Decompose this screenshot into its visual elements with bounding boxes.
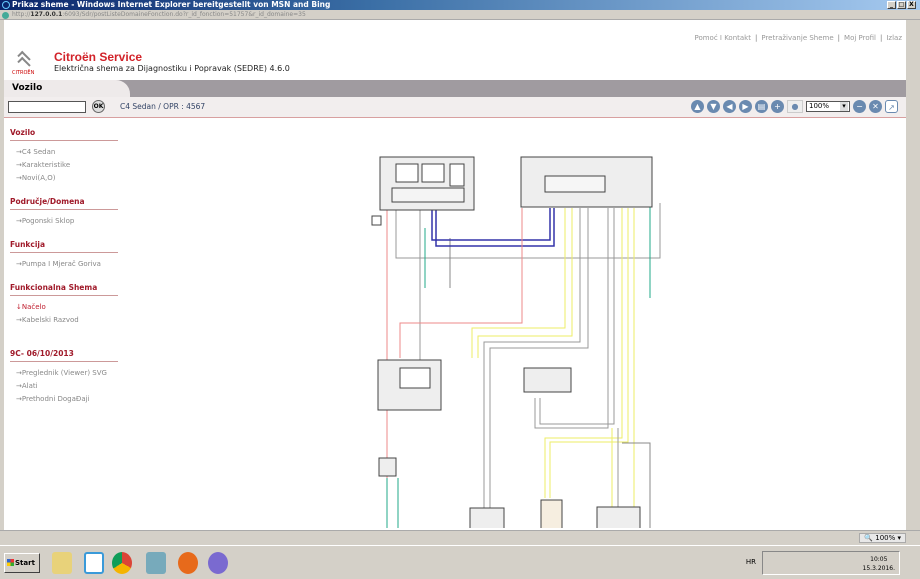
sidebar-link[interactable]: →Preglednik (Viewer) SVG [10, 367, 118, 380]
page-icon [2, 12, 9, 19]
clock[interactable]: 10:05 15.3.2016. [863, 555, 895, 573]
ok-button[interactable]: OK [92, 100, 105, 113]
address-bar[interactable]: http://127.0.0.1:6093/Sdr/postListeDomai… [0, 10, 920, 20]
up-icon[interactable]: ▲ [691, 100, 704, 113]
wire-gray [489, 208, 589, 508]
sidebar-link[interactable]: →Pogonski Sklop [10, 215, 118, 228]
breadcrumb: C4 Sedan / OPR : 4567 [120, 102, 206, 111]
explorer-icon[interactable] [52, 552, 72, 574]
system-tray: 10:05 15.3.2016. [762, 551, 900, 575]
app-subtitle: Električna shema za Dijagnostiku i Popra… [54, 64, 290, 73]
window-title-bar: Prikaz sheme - Windows Internet Explorer… [0, 0, 920, 10]
left-icon[interactable]: ◀ [723, 100, 736, 113]
internet-explorer-icon[interactable] [84, 552, 104, 574]
top-links: Pomoć I Kontakt | Pretraživanje Sheme | Moj … [694, 34, 902, 42]
wire-yellow [477, 208, 573, 358]
status-zoom[interactable]: 🔍 100% ▾ [859, 533, 906, 543]
sidebar-link[interactable]: →Karakteristike [10, 159, 118, 172]
sidebar-link[interactable]: →Kabelski Razvod [10, 314, 118, 327]
sidebar: Vozilo →C4 Sedan →Karakteristike →Novi(A,O)… [10, 128, 118, 406]
down-icon[interactable]: ▼ [707, 100, 720, 113]
status-bar: 🔍 100% ▾ [0, 530, 920, 544]
sidebar-link[interactable]: →C4 Sedan [10, 146, 118, 159]
url-path: :6093/Sdr/postListeDomaineFonction.do?r_… [62, 11, 306, 18]
tab-vozilo[interactable]: Vozilo [4, 80, 130, 97]
wire-yellow [544, 208, 623, 498]
sidebar-link[interactable]: ↓Načelo [10, 301, 118, 314]
help-link[interactable]: Pomoć I Kontakt [694, 34, 751, 42]
sidebar-section-title: Vozilo [10, 128, 118, 141]
sidebar-section-title: 9C- 06/10/2013 [10, 349, 118, 362]
maximize-button[interactable]: □ [897, 1, 906, 9]
zoom-in-icon[interactable]: + [771, 100, 784, 113]
zoom-select[interactable]: 100% [806, 101, 850, 112]
chrome-icon[interactable] [112, 552, 132, 574]
magnifier-icon[interactable]: ● [787, 100, 803, 113]
zoom-out-icon[interactable]: − [853, 100, 866, 113]
page: Pomoć I Kontakt | Pretraživanje Sheme | Moj … [4, 20, 906, 530]
citroen-logo: CITROËN [12, 50, 38, 82]
search-input[interactable] [8, 101, 86, 113]
bittorrent-icon[interactable] [208, 552, 228, 574]
search-schemes-link[interactable]: Pretraživanje Sheme [761, 34, 833, 42]
sidebar-link[interactable]: →Alati [10, 380, 118, 393]
toolbar: OK C4 Sedan / OPR : 4567 ▲ ▼ ◀ ▶ ▤ + ● 1… [4, 97, 906, 118]
sidebar-link[interactable]: →Novi(A,O) [10, 172, 118, 185]
print-icon[interactable]: ▤ [755, 100, 768, 113]
close-button[interactable]: X [907, 1, 916, 9]
wire-yellow [549, 208, 629, 498]
taskbar: Start HR 10:05 15.3.2016. [0, 545, 920, 579]
sidebar-link[interactable]: →Pumpa I Mjerač Goriva [10, 258, 118, 271]
minimize-button[interactable]: _ [887, 1, 896, 9]
url-host: 127.0.0.1 [30, 11, 63, 18]
wire-blue [431, 208, 551, 241]
logout-link[interactable]: Izlaz [886, 34, 902, 42]
wire-gray [483, 208, 581, 508]
image-viewer-icon[interactable] [146, 552, 166, 574]
reset-icon[interactable]: ✕ [869, 100, 882, 113]
sidebar-section-title: Funkcionalna Shema [10, 283, 118, 296]
start-button[interactable]: Start [4, 553, 40, 573]
tab-bar: Vozilo [4, 80, 906, 97]
component-connector [378, 457, 397, 477]
firefox-icon[interactable] [178, 552, 198, 574]
component-fuel-gauge [469, 507, 505, 528]
component-pump [596, 506, 641, 528]
right-icon[interactable]: ▶ [739, 100, 752, 113]
component-sender [540, 499, 563, 528]
export-icon[interactable]: ↗ [885, 100, 898, 113]
my-profile-link[interactable]: Moj Profil [844, 34, 876, 42]
sidebar-link[interactable]: →Prethodni DogaĐaji [10, 393, 118, 406]
component-relay [523, 367, 572, 393]
sidebar-section-title: Funkcija [10, 240, 118, 253]
sidebar-section-title: Područje/Domena [10, 197, 118, 210]
brand-title: Citroën Service [54, 50, 143, 64]
window-title: Prikaz sheme - Windows Internet Explorer… [12, 0, 331, 9]
ie-icon [2, 1, 10, 9]
language-indicator[interactable]: HR [746, 558, 756, 566]
wiring-diagram[interactable] [360, 128, 680, 528]
